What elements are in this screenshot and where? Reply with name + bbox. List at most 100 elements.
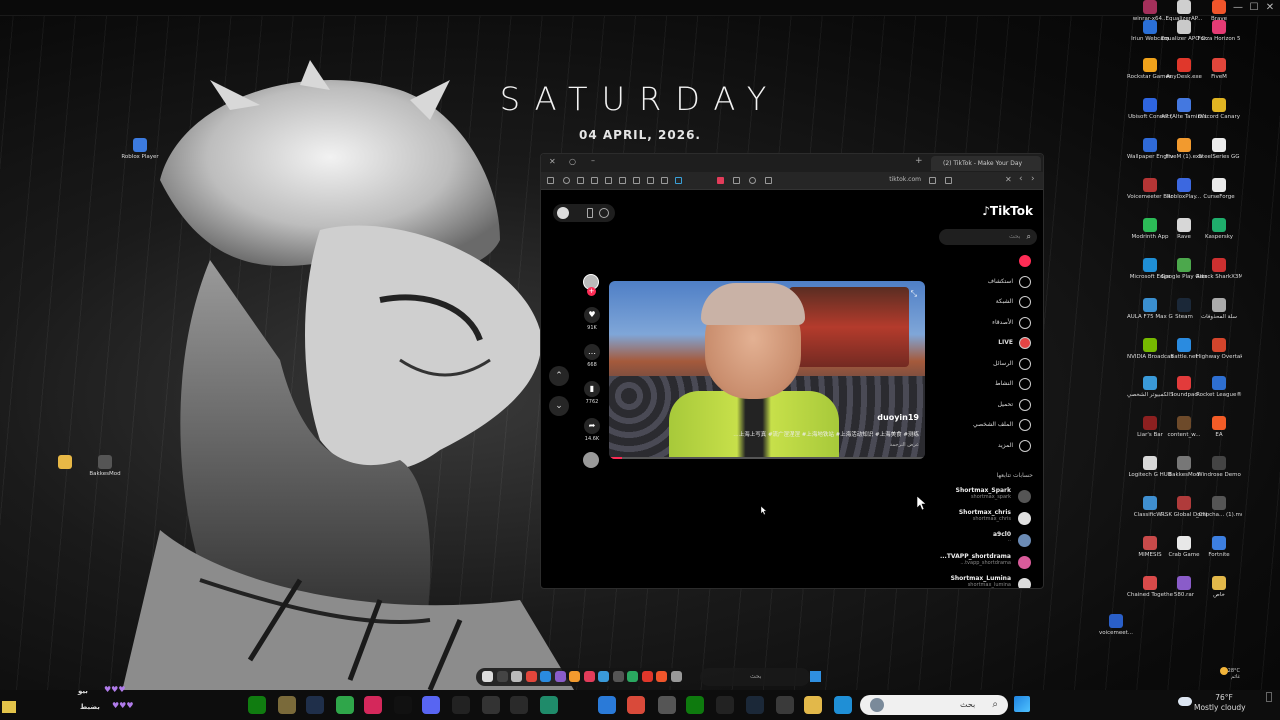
new-tab-icon[interactable]: + — [915, 156, 923, 166]
action-comment[interactable]: … 668 — [581, 344, 603, 368]
nav-item[interactable]: النشاط — [923, 377, 1033, 391]
nav-item[interactable]: الرسائل — [923, 357, 1033, 371]
steam-icon[interactable] — [306, 696, 324, 714]
bookmark-toolbar-icon[interactable] — [945, 177, 952, 184]
desktop-icon[interactable]: CurseForge — [1196, 178, 1242, 201]
desktop-icon[interactable]: Rocket League® — [1196, 376, 1242, 399]
nav-item[interactable]: الشبكة — [923, 295, 1033, 309]
desktop-icon[interactable]: Brave — [1196, 0, 1242, 23]
desktop-icon[interactable]: Kaspersky — [1196, 218, 1242, 241]
video-progress-track[interactable] — [609, 457, 925, 459]
translate-link[interactable]: عرض الترجمة — [890, 442, 919, 448]
nav-item[interactable]: تحميل — [923, 398, 1033, 412]
following-account[interactable]: Shortmax_chris shortmax_chris — [913, 509, 1033, 529]
dock-app-icon[interactable] — [583, 671, 595, 682]
dock-app-icon[interactable] — [641, 671, 653, 682]
nav-item[interactable] — [923, 254, 1033, 268]
folder-desktop-icon[interactable] — [42, 455, 88, 471]
music-disc-icon[interactable] — [583, 452, 599, 468]
following-account[interactable]: a9cl0 ·· — [913, 531, 1033, 551]
shield-icon[interactable] — [563, 177, 570, 184]
previous-video-button[interactable]: ⌃ — [549, 366, 569, 386]
calendar-icon[interactable] — [591, 177, 598, 184]
dock-app-icon[interactable] — [525, 671, 537, 682]
discord-icon[interactable] — [422, 696, 440, 714]
music-icon[interactable] — [633, 177, 640, 184]
record-icon[interactable] — [364, 696, 382, 714]
expand-video-icon[interactable]: ⤡ — [911, 289, 917, 299]
desktop-icon[interactable]: FiveM — [1196, 58, 1242, 81]
tiktok-search-input[interactable]: بحث ⌕ — [939, 229, 1037, 245]
dock-app-icon[interactable] — [656, 671, 667, 682]
pip-icon[interactable] — [661, 177, 668, 184]
tiktok-icon[interactable] — [394, 696, 412, 714]
dock-app-icon[interactable] — [670, 671, 682, 682]
dock-app-icon[interactable] — [511, 671, 522, 682]
menu-icon[interactable] — [547, 177, 554, 184]
nav-item[interactable]: استكشاف — [923, 275, 1033, 289]
dock-app-icon[interactable] — [540, 671, 551, 682]
explorer-icon[interactable] — [804, 696, 822, 714]
minus-icon[interactable]: – — [591, 156, 595, 165]
profile-switch-icon[interactable] — [557, 207, 569, 219]
desktop-icon[interactable]: Attack SharkX3M... — [1196, 258, 1242, 281]
dock-app-icon[interactable] — [627, 671, 638, 682]
desktop-icon[interactable]: سلة المحذوفات — [1196, 298, 1242, 321]
dock-app-icon[interactable] — [569, 671, 580, 682]
show-desktop-button[interactable] — [1266, 692, 1272, 702]
pip-toggle-icon[interactable] — [599, 208, 609, 218]
close-page-icon[interactable]: ✕ — [1005, 175, 1012, 184]
epic-icon[interactable] — [716, 696, 734, 714]
status-avatar[interactable] — [2, 701, 16, 713]
following-account[interactable]: ...TVAPP_shortdrama ...tvapp_shortdrama — [913, 553, 1033, 573]
desktop-icon[interactable]: SteelSeries GG — [1196, 138, 1242, 161]
desktop-icon[interactable]: Windrose Demo — [1196, 456, 1242, 479]
device-icon[interactable] — [587, 208, 593, 218]
following-account[interactable]: Shortmax_Spark shortmax_spark — [913, 487, 1033, 507]
steelseries-icon[interactable] — [452, 696, 470, 714]
desktop-icon[interactable]: Discord Canary — [1196, 98, 1242, 121]
desktop-icon[interactable]: EA — [1196, 416, 1242, 439]
forward-icon[interactable]: › — [1031, 174, 1035, 184]
tab-tiktok[interactable]: (2) TikTok - Make Your Day — [931, 156, 1041, 171]
nav-item[interactable]: الأصدقاء — [923, 316, 1033, 330]
grass-icon[interactable] — [278, 696, 296, 714]
video-player[interactable]: ⤡ duoyin19 …上海上写真 #流广涅涅涅 #上海地铁站 #上海活动知识 … — [609, 281, 925, 459]
pen-icon[interactable] — [577, 177, 584, 184]
desktop-icon[interactable]: voicemeet... — [1093, 614, 1139, 637]
xbox-bar-icon[interactable] — [510, 696, 528, 714]
tabs-icon[interactable] — [929, 177, 936, 184]
dock-app-icon[interactable] — [496, 671, 508, 682]
extension-icon[interactable] — [733, 177, 740, 184]
dock-app-icon[interactable] — [554, 671, 566, 682]
nav-item[interactable]: المزيد — [923, 439, 1033, 453]
steam-app-icon[interactable] — [746, 696, 764, 714]
game-icon[interactable] — [540, 696, 558, 714]
close-icon[interactable]: ✕ — [1262, 1, 1278, 15]
sidebar-icon[interactable] — [605, 177, 612, 184]
address-bar[interactable]: tiktok.com — [861, 176, 921, 183]
action-share[interactable]: ➦ 14.6K — [581, 418, 603, 442]
xbox-green-icon[interactable] — [686, 696, 704, 714]
next-video-button[interactable]: ⌄ — [549, 396, 569, 416]
video-username[interactable]: duoyin19 — [877, 413, 919, 422]
dock-app-icon[interactable] — [482, 671, 493, 682]
following-account[interactable]: Shortmax_Lumina shortmax_lumina — [913, 575, 1033, 588]
desktop-icon[interactable]: Roblox Player — [117, 138, 163, 161]
circle-icon[interactable]: ○ — [569, 157, 576, 166]
back-icon[interactable]: ‹ — [1019, 174, 1023, 184]
dock-app-icon[interactable] — [612, 671, 624, 682]
taskbar-search-input[interactable]: بحث ⌕ — [860, 695, 1008, 715]
nav-item[interactable]: الملف الشخصي — [923, 418, 1033, 432]
desktop-icon[interactable]: خاص — [1196, 576, 1242, 599]
desktop-icon[interactable]: Highway Overtake... — [1196, 338, 1242, 361]
weather-widget[interactable]: 76°F Mostly cloudy — [1194, 693, 1254, 713]
chrome-icon[interactable] — [598, 696, 616, 714]
desktop-icon[interactable]: _Clipcha... (1).mov — [1196, 496, 1242, 519]
close-tab-icon[interactable]: ✕ — [549, 157, 556, 166]
nav-item[interactable]: LIVE — [923, 336, 1033, 350]
xbox-icon[interactable] — [248, 696, 266, 714]
dock-search[interactable]: بحث — [700, 668, 810, 686]
obs-icon[interactable] — [482, 696, 500, 714]
folder-icon[interactable] — [619, 177, 626, 184]
